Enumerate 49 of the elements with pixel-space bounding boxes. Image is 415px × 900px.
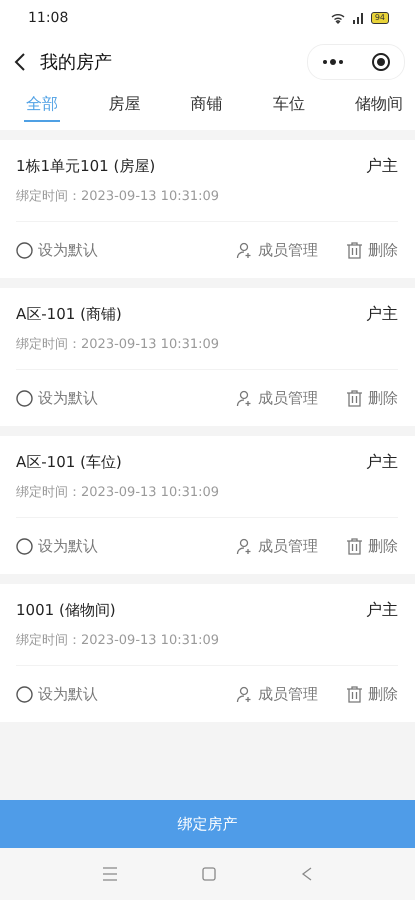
owner-role: 户主 bbox=[366, 452, 398, 473]
battery-level: 94 bbox=[370, 12, 389, 24]
bind-time: 绑定时间：2023-09-13 10:31:09 bbox=[16, 484, 220, 501]
property-name: 1001 (储物间) bbox=[16, 601, 116, 620]
bind-time: 绑定时间：2023-09-13 10:31:09 bbox=[16, 336, 220, 353]
category-tab[interactable]: 全部 bbox=[24, 88, 60, 122]
signal-icon bbox=[352, 12, 364, 24]
status-time: 11:08 bbox=[28, 10, 68, 26]
back-nav-icon[interactable] bbox=[300, 867, 313, 881]
set-default-button[interactable]: 设为默认 bbox=[16, 536, 98, 556]
trash-icon bbox=[346, 686, 363, 702]
owner-role: 户主 bbox=[366, 156, 398, 177]
bind-time: 绑定时间：2023-09-13 10:31:09 bbox=[16, 188, 220, 205]
more-icon bbox=[322, 59, 344, 65]
member-manage-button[interactable]: 成员管理 bbox=[236, 240, 318, 260]
member-manage-button[interactable]: 成员管理 bbox=[236, 684, 318, 704]
user-add-icon bbox=[236, 686, 253, 702]
user-add-icon bbox=[236, 390, 253, 406]
set-default-button[interactable]: 设为默认 bbox=[16, 388, 98, 408]
category-tab[interactable]: 房屋 bbox=[106, 88, 142, 122]
property-name: 1栋1单元101 (房屋) bbox=[16, 157, 156, 176]
menu-icon[interactable] bbox=[102, 867, 118, 881]
category-tab[interactable]: 储物间 bbox=[353, 88, 405, 122]
owner-role: 户主 bbox=[366, 304, 398, 325]
bind-time: 绑定时间：2023-09-13 10:31:09 bbox=[16, 632, 220, 649]
bind-property-button[interactable]: 绑定房产 bbox=[0, 800, 415, 848]
category-tab[interactable]: 商铺 bbox=[188, 88, 224, 122]
set-default-button[interactable]: 设为默认 bbox=[16, 240, 98, 260]
set-default-button[interactable]: 设为默认 bbox=[16, 684, 98, 704]
delete-button[interactable]: 删除 bbox=[346, 388, 398, 408]
property-name: A区-101 (车位) bbox=[16, 453, 122, 472]
delete-button[interactable]: 删除 bbox=[346, 536, 398, 556]
user-add-icon bbox=[236, 538, 253, 554]
delete-button[interactable]: 删除 bbox=[346, 684, 398, 704]
property-name: A区-101 (商铺) bbox=[16, 305, 122, 324]
member-manage-button[interactable]: 成员管理 bbox=[236, 388, 318, 408]
delete-button[interactable]: 删除 bbox=[346, 240, 398, 260]
user-add-icon bbox=[236, 242, 253, 258]
page-title: 我的房产 bbox=[40, 51, 113, 74]
target-icon bbox=[370, 52, 390, 72]
owner-role: 户主 bbox=[366, 600, 398, 621]
category-tab[interactable]: 车位 bbox=[270, 88, 307, 122]
trash-icon bbox=[346, 242, 363, 258]
member-manage-button[interactable]: 成员管理 bbox=[236, 536, 318, 556]
trash-icon bbox=[346, 538, 363, 554]
back-icon[interactable] bbox=[14, 53, 26, 71]
wifi-icon bbox=[330, 12, 345, 24]
home-icon[interactable] bbox=[202, 867, 216, 881]
trash-icon bbox=[346, 390, 363, 406]
